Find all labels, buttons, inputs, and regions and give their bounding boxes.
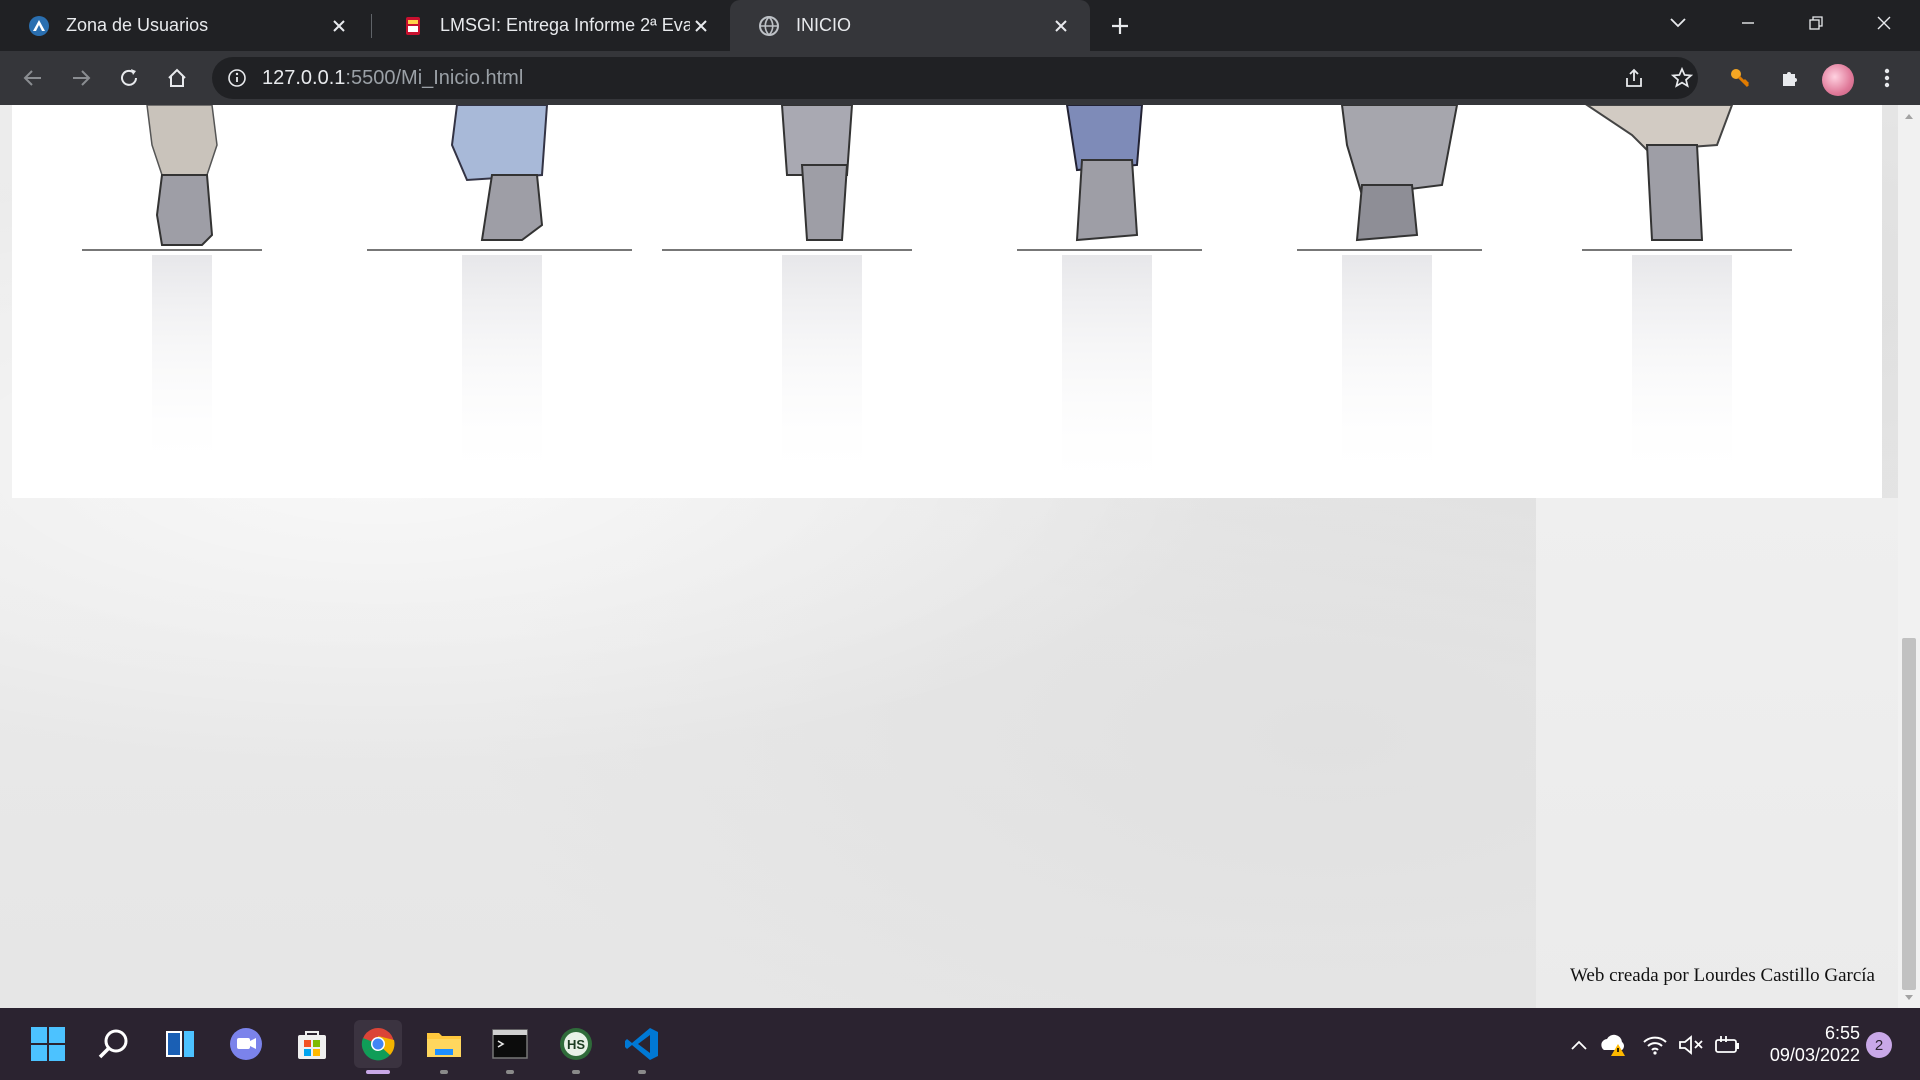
aula-virtual-icon bbox=[28, 15, 50, 37]
extension-key-button[interactable] bbox=[1723, 61, 1757, 95]
minimize-icon bbox=[1742, 22, 1754, 24]
page-background-texture-right bbox=[1536, 498, 1898, 1008]
windows-taskbar: HS 6:55 09/03/2022 2 bbox=[0, 1008, 1920, 1080]
scroll-up-arrow-icon[interactable] bbox=[1898, 109, 1920, 123]
reload-button[interactable] bbox=[112, 61, 146, 95]
scrollbar-thumb[interactable] bbox=[1902, 638, 1916, 990]
home-icon bbox=[168, 68, 186, 87]
browser-toolbar: 127.0.0.1:5500/Mi_Inicio.html bbox=[0, 51, 1920, 105]
url-host: 127.0.0.1 bbox=[262, 66, 346, 89]
tab-lmsgi-entrega[interactable]: LMSGI: Entrega Informe 2ª Evaluac bbox=[374, 0, 730, 51]
jccm-crest-icon bbox=[402, 15, 424, 37]
puzzle-icon bbox=[1783, 72, 1797, 86]
tab-title: Zona de Usuarios bbox=[66, 15, 209, 35]
figure-legs-3 bbox=[662, 105, 912, 485]
clock-date: 09/03/2022 bbox=[1769, 1045, 1860, 1065]
tab-zona-de-usuarios[interactable]: Zona de Usuarios bbox=[0, 0, 368, 51]
clock-time: 6:55 bbox=[1824, 1023, 1860, 1043]
chevron-down-icon bbox=[1670, 18, 1686, 28]
hs-app-icon[interactable]: HS bbox=[552, 1020, 600, 1068]
close-window-button[interactable] bbox=[1866, 8, 1902, 38]
running-app-indicator bbox=[572, 1070, 580, 1074]
onedrive-warning-icon[interactable] bbox=[1598, 1030, 1628, 1060]
figure-legs-2 bbox=[367, 105, 632, 485]
wifi-icon[interactable] bbox=[1640, 1030, 1670, 1060]
footer-credit: Web creada por Lourdes Castillo García bbox=[1570, 965, 1875, 986]
globe-icon bbox=[758, 15, 780, 37]
figure-legs-1 bbox=[82, 105, 262, 475]
more-vertical-icon bbox=[1884, 68, 1890, 88]
notification-badge[interactable]: 2 bbox=[1866, 1032, 1892, 1058]
battery-charging-icon[interactable] bbox=[1712, 1030, 1742, 1060]
windows-start-icon[interactable] bbox=[24, 1020, 72, 1068]
close-tab-icon[interactable] bbox=[690, 15, 712, 37]
share-icon bbox=[1626, 68, 1642, 87]
chrome-icon[interactable] bbox=[354, 1020, 402, 1068]
scroll-down-arrow-icon[interactable] bbox=[1898, 990, 1920, 1004]
share-button[interactable] bbox=[1617, 61, 1651, 95]
close-icon bbox=[1877, 16, 1891, 30]
figure-legs-5 bbox=[1297, 105, 1482, 485]
arrow-left-icon bbox=[23, 70, 41, 86]
teams-chat-icon[interactable] bbox=[222, 1020, 270, 1068]
url-path: :5500/Mi_Inicio.html bbox=[345, 66, 524, 89]
running-app-indicator bbox=[506, 1070, 514, 1074]
tab-search-button[interactable] bbox=[1660, 8, 1696, 38]
close-tab-icon[interactable] bbox=[1050, 15, 1072, 37]
file-explorer-icon[interactable] bbox=[420, 1020, 468, 1068]
figure-legs-4 bbox=[1017, 105, 1202, 495]
close-tab-icon[interactable] bbox=[328, 15, 350, 37]
tab-title: LMSGI: Entrega Informe 2ª Evaluac bbox=[440, 15, 690, 35]
task-view-icon[interactable] bbox=[156, 1020, 204, 1068]
tab-title: INICIO bbox=[796, 15, 852, 35]
back-button[interactable] bbox=[16, 61, 50, 95]
plus-icon bbox=[1112, 18, 1128, 34]
site-info-icon[interactable] bbox=[226, 67, 248, 89]
system-clock[interactable]: 6:55 09/03/2022 bbox=[1760, 1022, 1860, 1066]
arrow-right-icon bbox=[73, 70, 91, 86]
search-icon[interactable] bbox=[90, 1020, 138, 1068]
running-app-indicator bbox=[638, 1070, 646, 1074]
new-tab-button[interactable] bbox=[1106, 12, 1134, 40]
extensions-button[interactable] bbox=[1773, 61, 1807, 95]
vscode-icon[interactable] bbox=[618, 1020, 666, 1068]
microsoft-store-icon[interactable] bbox=[288, 1020, 336, 1068]
active-app-indicator bbox=[366, 1070, 390, 1074]
reload-icon bbox=[121, 69, 137, 86]
forward-button[interactable] bbox=[64, 61, 98, 95]
bookmark-button[interactable] bbox=[1665, 61, 1699, 95]
banner-illustration bbox=[12, 105, 1882, 498]
figure-legs-6 bbox=[1582, 105, 1792, 485]
terminal-icon[interactable] bbox=[486, 1020, 534, 1068]
menu-button[interactable] bbox=[1870, 61, 1904, 95]
restore-icon bbox=[1809, 16, 1823, 30]
minimize-button[interactable] bbox=[1730, 8, 1766, 38]
tab-separator bbox=[371, 14, 372, 38]
svg-text:HS: HS bbox=[567, 1037, 585, 1052]
profile-avatar[interactable] bbox=[1822, 64, 1854, 96]
key-icon bbox=[1731, 69, 1750, 88]
tray-overflow-chevron-icon[interactable] bbox=[1564, 1030, 1594, 1060]
browser-tab-strip: Zona de Usuarios LMSGI: Entrega Informe … bbox=[0, 0, 1920, 51]
address-bar[interactable]: 127.0.0.1:5500/Mi_Inicio.html bbox=[212, 57, 1698, 99]
star-icon bbox=[1671, 67, 1693, 88]
restore-button[interactable] bbox=[1798, 8, 1834, 38]
sketched-legs-illustration bbox=[82, 105, 1792, 495]
speaker-muted-icon[interactable] bbox=[1676, 1030, 1706, 1060]
running-app-indicator bbox=[440, 1070, 448, 1074]
page-viewport: Web creada por Lourdes Castillo García bbox=[0, 105, 1920, 1008]
url-text: 127.0.0.1:5500/Mi_Inicio.html bbox=[262, 67, 523, 90]
home-button[interactable] bbox=[160, 61, 194, 95]
tab-inicio[interactable]: INICIO bbox=[730, 0, 1090, 51]
vertical-scrollbar[interactable] bbox=[1898, 105, 1920, 1008]
